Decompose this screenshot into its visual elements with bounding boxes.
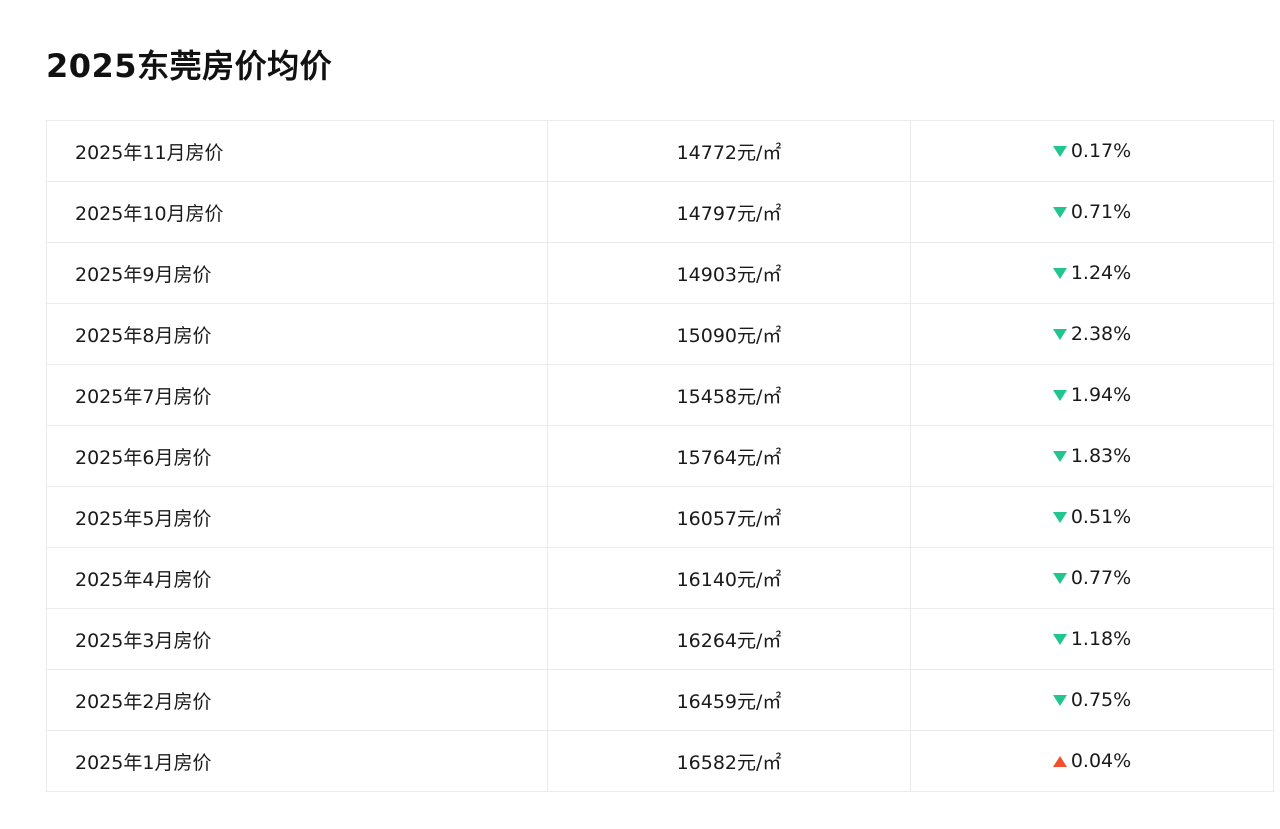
month-cell: 2025年5月房价: [46, 486, 548, 548]
change-value: 1.83%: [1070, 445, 1132, 468]
price-cell: 15764元/㎡: [547, 425, 911, 487]
up-arrow-icon: [1052, 755, 1067, 767]
change-value: 0.04%: [1070, 750, 1132, 773]
price-cell: 16140元/㎡: [547, 547, 911, 609]
change-value: 1.94%: [1070, 384, 1132, 407]
down-arrow-icon: [1052, 511, 1067, 523]
page-title: 2025东莞房价均价: [46, 47, 333, 85]
month-cell: 2025年6月房价: [46, 425, 548, 487]
month-cell: 2025年1月房价: [46, 730, 548, 792]
down-arrow-icon: [1052, 389, 1067, 401]
change-cell: 0.51%: [910, 486, 1274, 548]
table-row: 2025年7月房价 15458元/㎡ 1.94%: [46, 364, 1274, 426]
price-cell: 15458元/㎡: [547, 364, 911, 426]
change-cell: 0.17%: [910, 120, 1274, 182]
table-row: 2025年6月房价 15764元/㎡ 1.83%: [46, 425, 1274, 487]
change-value: 0.71%: [1070, 201, 1132, 224]
change-value: 0.51%: [1070, 506, 1132, 529]
month-cell: 2025年10月房价: [46, 181, 548, 243]
price-cell: 14797元/㎡: [547, 181, 911, 243]
down-arrow-icon: [1052, 328, 1067, 340]
change-cell: 0.75%: [910, 669, 1274, 731]
change-cell: 1.18%: [910, 608, 1274, 670]
table-row: 2025年8月房价 15090元/㎡ 2.38%: [46, 303, 1274, 365]
down-arrow-icon: [1052, 633, 1067, 645]
change-value: 0.77%: [1070, 567, 1132, 590]
month-cell: 2025年8月房价: [46, 303, 548, 365]
price-cell: 16459元/㎡: [547, 669, 911, 731]
month-cell: 2025年7月房价: [46, 364, 548, 426]
month-cell: 2025年9月房价: [46, 242, 548, 304]
price-cell: 14772元/㎡: [547, 120, 911, 182]
change-cell: 1.24%: [910, 242, 1274, 304]
table-row: 2025年3月房价 16264元/㎡ 1.18%: [46, 608, 1274, 670]
price-cell: 15090元/㎡: [547, 303, 911, 365]
month-cell: 2025年11月房价: [46, 120, 548, 182]
price-table-body: 2025年11月房价 14772元/㎡ 0.17% 2025年10月房价 147…: [46, 120, 1274, 792]
down-arrow-icon: [1052, 694, 1067, 706]
change-cell: 2.38%: [910, 303, 1274, 365]
down-arrow-icon: [1052, 572, 1067, 584]
change-cell: 0.71%: [910, 181, 1274, 243]
change-cell: 1.83%: [910, 425, 1274, 487]
change-cell: 0.04%: [910, 730, 1274, 792]
down-arrow-icon: [1052, 267, 1067, 279]
down-arrow-icon: [1052, 450, 1067, 462]
change-cell: 1.94%: [910, 364, 1274, 426]
table-row: 2025年1月房价 16582元/㎡ 0.04%: [46, 730, 1274, 792]
table-row: 2025年11月房价 14772元/㎡ 0.17%: [46, 120, 1274, 182]
price-cell: 16582元/㎡: [547, 730, 911, 792]
month-cell: 2025年2月房价: [46, 669, 548, 731]
price-cell: 14903元/㎡: [547, 242, 911, 304]
change-cell: 0.77%: [910, 547, 1274, 609]
table-row: 2025年4月房价 16140元/㎡ 0.77%: [46, 547, 1274, 609]
price-table: 2025年11月房价 14772元/㎡ 0.17% 2025年10月房价 147…: [46, 120, 1274, 792]
down-arrow-icon: [1052, 206, 1067, 218]
month-cell: 2025年3月房价: [46, 608, 548, 670]
table-row: 2025年9月房价 14903元/㎡ 1.24%: [46, 242, 1274, 304]
month-cell: 2025年4月房价: [46, 547, 548, 609]
change-value: 1.24%: [1070, 262, 1132, 285]
change-value: 2.38%: [1070, 323, 1132, 346]
change-value: 1.18%: [1070, 628, 1132, 651]
table-row: 2025年2月房价 16459元/㎡ 0.75%: [46, 669, 1274, 731]
price-cell: 16264元/㎡: [547, 608, 911, 670]
table-row: 2025年10月房价 14797元/㎡ 0.71%: [46, 181, 1274, 243]
table-row: 2025年5月房价 16057元/㎡ 0.51%: [46, 486, 1274, 548]
change-value: 0.75%: [1070, 689, 1132, 712]
change-value: 0.17%: [1070, 140, 1132, 163]
price-cell: 16057元/㎡: [547, 486, 911, 548]
down-arrow-icon: [1052, 145, 1067, 157]
